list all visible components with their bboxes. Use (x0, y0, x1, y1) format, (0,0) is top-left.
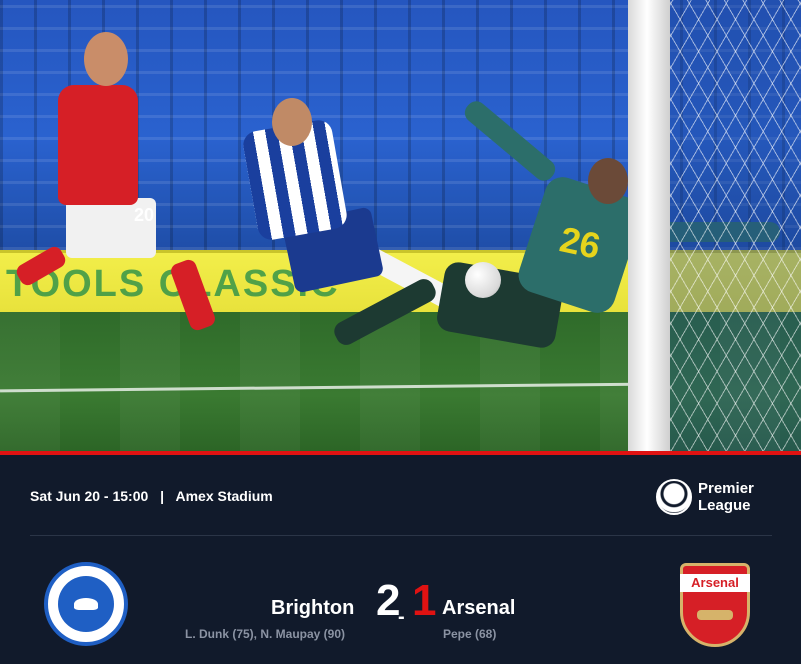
match-photo: TOOLS CLASSIC 20 26 (0, 0, 801, 451)
brighton-crest-icon[interactable] (44, 562, 128, 646)
keeper-number: 26 (556, 218, 604, 267)
logo-line-2: League (698, 497, 751, 514)
logo-line-1: Premier (698, 480, 754, 497)
match-info: Sat Jun 20 - 15:00 | Amex Stadium (30, 488, 273, 504)
goal-net (670, 0, 801, 451)
away-team-name[interactable]: Arsenal (442, 597, 515, 620)
premier-league-lion-icon (656, 479, 692, 515)
away-score: 1 (412, 576, 437, 625)
arsenal-player-number: 20 (134, 205, 155, 225)
match-venue: Amex Stadium (175, 488, 273, 504)
score-separator: - (398, 606, 405, 628)
home-team-name[interactable]: Brighton (271, 597, 354, 620)
match-info-separator: | (160, 488, 165, 504)
goal-post (628, 0, 670, 451)
arsenal-crest-text: Arsenal (691, 575, 739, 590)
score-panel: Sat Jun 20 - 15:00 | Amex Stadium Premie… (0, 451, 801, 664)
home-score: 2 (376, 576, 401, 625)
divider (30, 535, 772, 536)
home-scorers: L. Dunk (75), N. Maupay (90) (185, 627, 346, 641)
premier-league-logo: Premier League (656, 479, 754, 515)
football (465, 262, 501, 298)
away-scorers: Pepe (68) (443, 627, 497, 641)
arsenal-crest-icon[interactable]: Arsenal (680, 563, 750, 647)
match-date-time: Sat Jun 20 - 15:00 (30, 488, 149, 504)
